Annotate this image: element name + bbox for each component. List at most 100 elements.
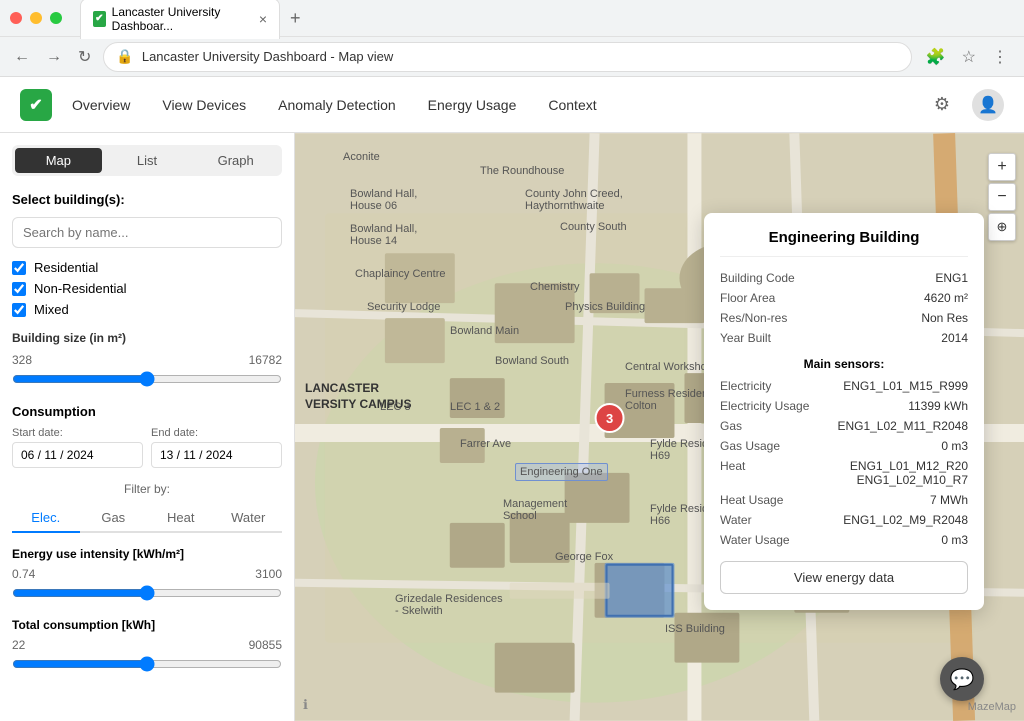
tab-close-btn[interactable]: × xyxy=(259,12,267,26)
map-label-bowland-main: Bowland Main xyxy=(450,325,519,337)
zoom-in-btn[interactable]: + xyxy=(988,153,1016,181)
building-type-filters: Residential Non-Residential Mixed xyxy=(12,260,282,317)
nav-energy-usage[interactable]: Energy Usage xyxy=(428,93,517,117)
refresh-btn[interactable]: ↻ xyxy=(74,43,95,71)
popup-gas-label: Gas xyxy=(720,419,810,433)
map-label-physics: Physics Building xyxy=(565,301,645,313)
start-date-input[interactable] xyxy=(12,442,143,468)
view-toggle: Map List Graph xyxy=(12,145,282,176)
map-label-george-fox: George Fox xyxy=(555,551,613,563)
app-logo: ✔ xyxy=(20,89,52,121)
zoom-out-btn[interactable]: − xyxy=(988,183,1016,211)
list-view-btn[interactable]: List xyxy=(104,148,191,173)
residential-checkbox[interactable] xyxy=(12,261,26,275)
residential-filter[interactable]: Residential xyxy=(12,260,282,275)
map-label-bowland-south: Bowland South xyxy=(495,355,569,367)
end-date-input[interactable] xyxy=(151,442,282,468)
menu-btn[interactable]: ⋮ xyxy=(986,43,1014,71)
residential-label: Residential xyxy=(34,260,98,275)
mixed-filter[interactable]: Mixed xyxy=(12,302,282,317)
filter-tab-elec[interactable]: Elec. xyxy=(12,504,80,533)
settings-btn[interactable]: ⚙ xyxy=(924,87,960,123)
popup-res-label: Res/Non-res xyxy=(720,311,787,325)
graph-view-btn[interactable]: Graph xyxy=(192,148,279,173)
browser-close-btn[interactable] xyxy=(10,12,22,24)
popup-year-label: Year Built xyxy=(720,331,771,345)
nav-anomaly-detection[interactable]: Anomaly Detection xyxy=(278,93,396,117)
back-btn[interactable]: ← xyxy=(10,44,34,70)
popup-electricity-value: ENG1_L01_M15_R999 xyxy=(810,379,968,393)
popup-building-code-label: Building Code xyxy=(720,271,795,285)
forward-btn[interactable]: → xyxy=(42,44,66,70)
popup-electricity-usage-row: Electricity Usage 11399 kWh xyxy=(720,399,968,413)
mixed-label: Mixed xyxy=(34,302,69,317)
energy-intensity-label: Energy use intensity [kWh/m²] xyxy=(12,547,282,561)
filter-tab-water[interactable]: Water xyxy=(215,504,283,531)
popup-gas-row: Gas ENG1_L02_M11_R2048 xyxy=(720,419,968,433)
building-info-popup: Engineering Building Building Code ENG1 … xyxy=(704,213,984,610)
chat-btn[interactable]: 💬 xyxy=(940,657,984,701)
map-label-chemistry: Chemistry xyxy=(530,281,580,293)
intensity-min-value: 0.74 xyxy=(12,567,35,581)
user-icon: 👤 xyxy=(978,95,998,115)
filter-by-label: Filter by: xyxy=(12,482,282,496)
browser-titlebar: ✔ Lancaster University Dashboar... × + xyxy=(0,0,1024,36)
map-info-icon: ℹ xyxy=(303,697,308,713)
select-buildings-label: Select building(s): xyxy=(12,192,282,207)
map-label-chaplaincy: Chaplaincy Centre xyxy=(355,268,446,280)
popup-electricity-label: Electricity xyxy=(720,379,810,393)
mixed-checkbox[interactable] xyxy=(12,303,26,317)
map-label-bowland-hall-06: Bowland Hall,House 06 xyxy=(350,188,417,212)
app-nav: Overview View Devices Anomaly Detection … xyxy=(72,93,924,117)
filter-tab-heat[interactable]: Heat xyxy=(147,504,215,531)
map-label-security-lodge: Security Lodge xyxy=(367,301,440,313)
popup-water-label: Water xyxy=(720,513,810,527)
popup-gas-usage-label: Gas Usage xyxy=(720,439,810,453)
map-view-btn[interactable]: Map xyxy=(15,148,102,173)
popup-title: Engineering Building xyxy=(720,229,968,257)
map-area[interactable]: 3 Aconite Bowland Hall,House 06 Bowland … xyxy=(295,133,1024,721)
user-avatar-btn[interactable]: 👤 xyxy=(972,89,1004,121)
end-date-field: End date: xyxy=(151,427,282,468)
address-bar: ← → ↻ 🔒 Lancaster University Dashboard -… xyxy=(0,36,1024,76)
tab-favicon: ✔ xyxy=(93,11,106,27)
url-bar[interactable]: 🔒 Lancaster University Dashboard - Map v… xyxy=(103,42,911,72)
new-tab-btn[interactable]: + xyxy=(284,6,307,31)
nav-view-devices[interactable]: View Devices xyxy=(162,93,246,117)
non-residential-checkbox[interactable] xyxy=(12,282,26,296)
energy-intensity-slider[interactable] xyxy=(12,585,282,601)
nav-overview[interactable]: Overview xyxy=(72,93,130,117)
extensions-btn[interactable]: 🧩 xyxy=(920,43,952,71)
view-energy-btn[interactable]: View energy data xyxy=(720,561,968,594)
map-label-county-john-creed: County John Creed,Haythornthwaite xyxy=(525,188,623,212)
browser-minimize-btn[interactable] xyxy=(30,12,42,24)
browser-controls xyxy=(10,12,62,24)
popup-building-code-row: Building Code ENG1 xyxy=(720,271,968,285)
browser-maximize-btn[interactable] xyxy=(50,12,62,24)
map-label-iss: ISS Building xyxy=(665,623,725,635)
popup-heat-usage-value: 7 MWh xyxy=(810,493,968,507)
map-zoom-controls: + − ⊕ xyxy=(988,153,1016,241)
consumption-min-value: 22 xyxy=(12,638,25,652)
bookmark-btn[interactable]: ☆ xyxy=(956,43,982,71)
browser-tab[interactable]: ✔ Lancaster University Dashboar... × xyxy=(80,0,280,39)
filter-tab-gas[interactable]: Gas xyxy=(80,504,148,531)
popup-gas-usage-row: Gas Usage 0 m3 xyxy=(720,439,968,453)
total-consumption-slider[interactable] xyxy=(12,656,282,672)
popup-gas-usage-value: 0 m3 xyxy=(810,439,968,453)
building-size-slider[interactable] xyxy=(12,371,282,387)
map-label-engineering-one[interactable]: Engineering One xyxy=(515,463,608,481)
start-date-label: Start date: xyxy=(12,427,143,439)
popup-building-code-value: ENG1 xyxy=(935,271,968,285)
building-search-input[interactable] xyxy=(12,217,282,248)
map-label-farrer-ave: Farrer Ave xyxy=(460,438,511,450)
chat-icon: 💬 xyxy=(950,667,975,692)
reset-view-btn[interactable]: ⊕ xyxy=(988,213,1016,241)
size-min-value: 328 xyxy=(12,353,32,367)
nav-context[interactable]: Context xyxy=(548,93,596,117)
building-size-section: Building size (in m²) 328 16782 xyxy=(12,331,282,390)
popup-electricity-usage-label: Electricity Usage xyxy=(720,399,810,413)
map-label-roundhouse: The Roundhouse xyxy=(480,165,564,177)
non-residential-filter[interactable]: Non-Residential xyxy=(12,281,282,296)
building-size-label: Building size (in m²) xyxy=(12,331,282,345)
